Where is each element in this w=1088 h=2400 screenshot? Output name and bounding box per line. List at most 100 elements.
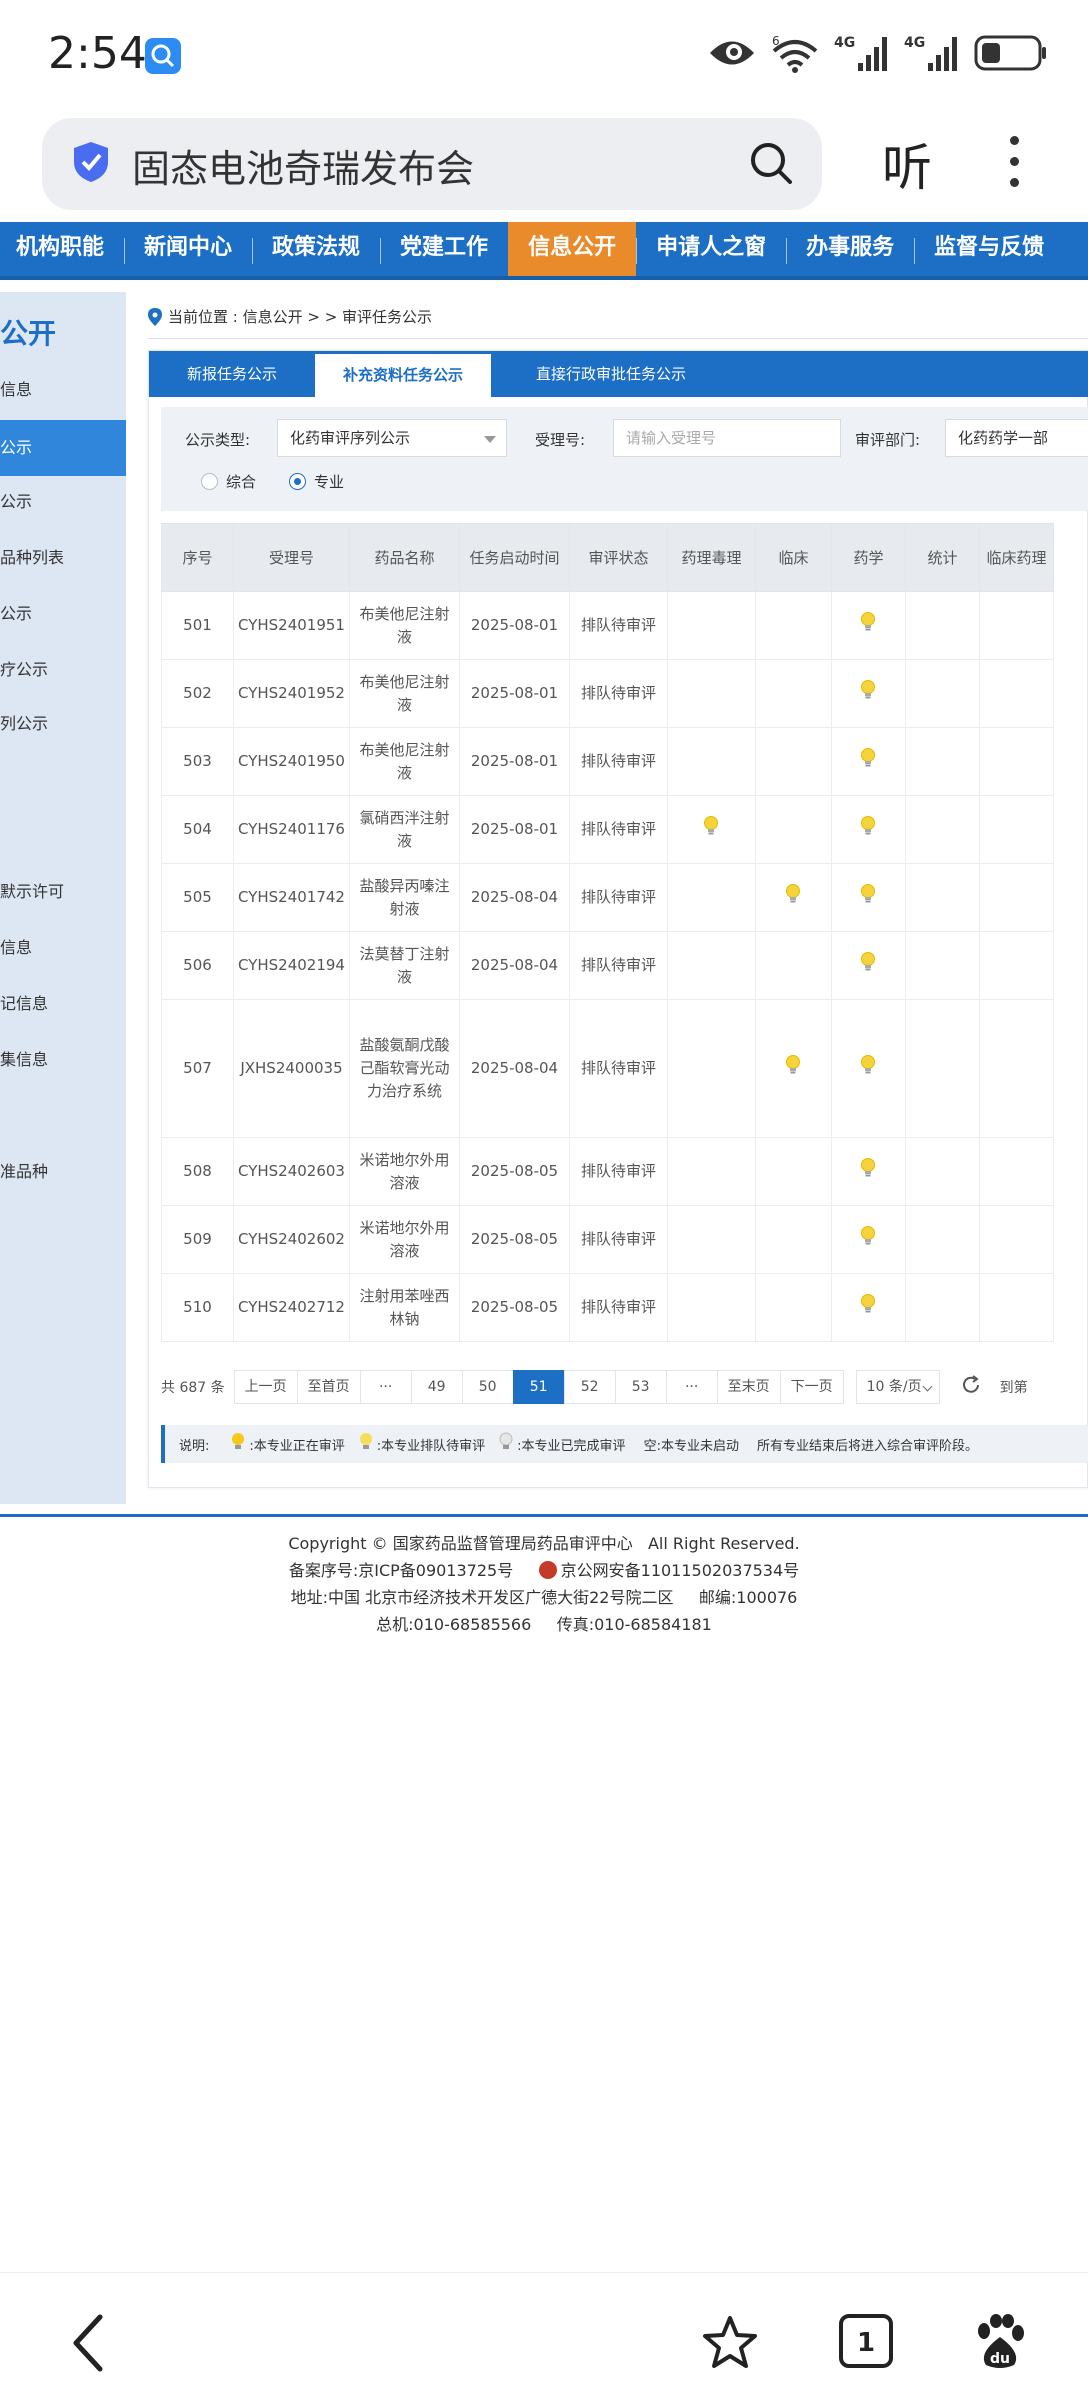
col-header: 药理毒理 (666, 523, 756, 592)
sidebar-item[interactable]: 列公示 (0, 696, 126, 752)
pager-ellipsis[interactable]: ··· (359, 1370, 412, 1404)
bulb-queued-icon (785, 1054, 801, 1083)
col-header: 任务启动时间 (458, 523, 570, 592)
search-icon[interactable] (748, 140, 794, 190)
legend-item: :本专业已完成审评 (517, 1438, 626, 1454)
cell-pharmacy (830, 931, 906, 1000)
first-page-button[interactable]: 至首页 (296, 1370, 361, 1404)
listen-button[interactable]: 听 (882, 128, 932, 200)
bulb-queued-icon (860, 951, 876, 980)
accept-no-input[interactable]: 请输入受理号 (613, 419, 841, 457)
legend-item: :本专业排队待审评 (376, 1438, 486, 1454)
nav-item-party[interactable]: 党建工作 (380, 222, 508, 280)
table-row[interactable]: 501 CYHS2401951 布美他尼注射液 2025-08-01 排队待审评 (161, 591, 1054, 660)
cell-tox (666, 659, 756, 728)
sidebar-item[interactable]: 信息 (0, 920, 126, 976)
radio-professional[interactable]: 专业 (289, 471, 344, 492)
table-row[interactable]: 508 CYHS2402603 米诺地尔外用溶液 2025-08-05 排队待审评 (161, 1137, 1054, 1206)
table-row[interactable]: 503 CYHS2401950 布美他尼注射液 2025-08-01 排队待审评 (161, 727, 1054, 796)
sidebar-item[interactable]: 公示 (0, 474, 126, 530)
back-icon[interactable] (68, 2313, 108, 2377)
sidebar-item[interactable]: 集信息 (0, 1032, 126, 1088)
sidebar-item[interactable]: 品种列表 (0, 530, 126, 586)
cell-drug-name: 布美他尼注射液 (348, 591, 460, 660)
star-icon[interactable] (700, 2313, 760, 2377)
cell-start-date: 2025-08-01 (458, 795, 570, 864)
breadcrumb: 当前位置 : 信息公开 > > 审评任务公示 (148, 306, 432, 327)
cell-acceptance-no: CYHS2401176 (233, 795, 350, 864)
cell-stats (904, 795, 980, 864)
address: 地址:中国 北京市经济技术开发区广德大街22号院二区 邮编:100076 (290, 1588, 798, 1607)
pagination: 共 687 条 上一页 至首页 ··· 49 50 51 52 53 ··· 至… (161, 1369, 1028, 1405)
nav-item-news[interactable]: 新闻中心 (124, 222, 252, 280)
search-input[interactable]: 固态电池奇瑞发布会 (42, 118, 822, 210)
icp-link[interactable]: 备案序号:京ICP备09013725号 (289, 1561, 513, 1580)
nav-item-org[interactable]: 机构职能 (0, 222, 124, 280)
sidebar-item[interactable]: 疗公示 (0, 642, 126, 698)
cell-drug-name: 盐酸氨酮戊酸己酯软膏光动力治疗系统 (348, 999, 460, 1138)
dept-select[interactable]: 化药药学一部 (945, 419, 1088, 457)
battery-icon (974, 34, 1048, 76)
cell-acceptance-no: CYHS2401742 (233, 863, 350, 932)
table-row[interactable]: 504 CYHS2401176 氯硝西泮注射液 2025-08-01 排队待审评 (161, 795, 1054, 864)
sidebar-title: 公开 (0, 317, 57, 350)
nav-item-info-public[interactable]: 信息公开 (508, 222, 637, 280)
next-page-button[interactable]: 下一页 (779, 1370, 844, 1404)
sidebar-item[interactable]: 记信息 (0, 976, 126, 1032)
cell-stats (904, 1273, 980, 1342)
table-row[interactable]: 506 CYHS2402194 法莫替丁注射液 2025-08-04 排队待审评 (161, 931, 1054, 1000)
nav-item-feedback[interactable]: 监督与反馈 (914, 222, 1064, 280)
footer-divider (0, 1514, 1088, 1517)
search-query-text: 固态电池奇瑞发布会 (132, 147, 475, 191)
filter-area: 公示类型: 化药审评序列公示 受理号: 请输入受理号 审评部门: 化药药学一部 … (161, 407, 1088, 511)
more-menu-icon[interactable] (1010, 136, 1020, 188)
nav-item-applicant[interactable]: 申请人之窗 (636, 222, 786, 280)
type-select[interactable]: 化药审评序列公示 (277, 419, 507, 457)
baidu-paw-icon[interactable]: du (972, 2313, 1028, 2375)
cell-pharmacy (830, 1273, 906, 1342)
task-panel: 新报任务公示 补充资料任务公示 直接行政审批任务公示 公示类型: 化药审评序列公… (148, 350, 1088, 1488)
sidebar-item[interactable]: 默示许可 (0, 864, 126, 920)
page-button-current[interactable]: 51 (512, 1370, 565, 1404)
nav-item-services[interactable]: 办事服务 (786, 222, 914, 280)
sidebar-item-active[interactable]: 公示 (0, 420, 126, 476)
cell-pharmacy (830, 1205, 906, 1274)
refresh-icon[interactable] (960, 1374, 982, 1400)
table-row[interactable]: 505 CYHS2401742 盐酸异丙嗪注射液 2025-08-04 排队待审评 (161, 863, 1054, 932)
tab-direct-approval[interactable]: 直接行政审批任务公示 (491, 351, 731, 397)
col-header: 临床 (754, 523, 832, 592)
table-row[interactable]: 509 CYHS2402602 米诺地尔外用溶液 2025-08-05 排队待审评 (161, 1205, 1054, 1274)
search-app-icon (145, 38, 181, 74)
page-button[interactable]: 52 (563, 1370, 616, 1404)
cell-clinical (754, 863, 832, 932)
table-row[interactable]: 502 CYHS2401952 布美他尼注射液 2025-08-01 排队待审评 (161, 659, 1054, 728)
police-record-link[interactable]: 京公网安备11011502037534号 (561, 1561, 800, 1580)
table-row[interactable]: 510 CYHS2402712 注射用苯唑西林钠 2025-08-05 排队待审评 (161, 1273, 1054, 1342)
sidebar-item[interactable]: 信息 (0, 362, 126, 418)
radio-comprehensive[interactable]: 综合 (201, 471, 256, 492)
col-header: 审评状态 (568, 523, 668, 592)
bulb-queued-icon (860, 747, 876, 776)
sidebar-item[interactable]: 准品种 (0, 1144, 126, 1200)
pager-ellipsis[interactable]: ··· (665, 1370, 718, 1404)
bulb-queued-icon (860, 1293, 876, 1322)
page-size-select[interactable]: 10 条/页 (855, 1370, 940, 1404)
dept-select-value: 化药药学一部 (958, 429, 1049, 447)
last-page-button[interactable]: 至末页 (716, 1370, 781, 1404)
table-row[interactable]: 507 JXHS2400035 盐酸氨酮戊酸己酯软膏光动力治疗系统 2025-08-0… (161, 999, 1054, 1138)
page-button[interactable]: 53 (614, 1370, 667, 1404)
cell-status: 排队待审评 (568, 931, 668, 1000)
tab-supplement-tasks[interactable]: 补充资料任务公示 (315, 351, 491, 397)
tab-new-tasks[interactable]: 新报任务公示 (149, 351, 315, 397)
page-button[interactable]: 50 (461, 1370, 514, 1404)
cell-start-date: 2025-08-04 (458, 863, 570, 932)
sidebar-item[interactable]: 公示 (0, 586, 126, 642)
nav-item-policy[interactable]: 政策法规 (252, 222, 380, 280)
cell-pharmacy (830, 999, 906, 1138)
tabs-icon[interactable]: 1 (838, 2313, 894, 2373)
cell-acceptance-no: CYHS2402712 (233, 1273, 350, 1342)
cell-tox (666, 591, 756, 660)
cell-no: 510 (161, 1273, 234, 1342)
page-button[interactable]: 49 (410, 1370, 463, 1404)
prev-page-button[interactable]: 上一页 (233, 1370, 298, 1404)
